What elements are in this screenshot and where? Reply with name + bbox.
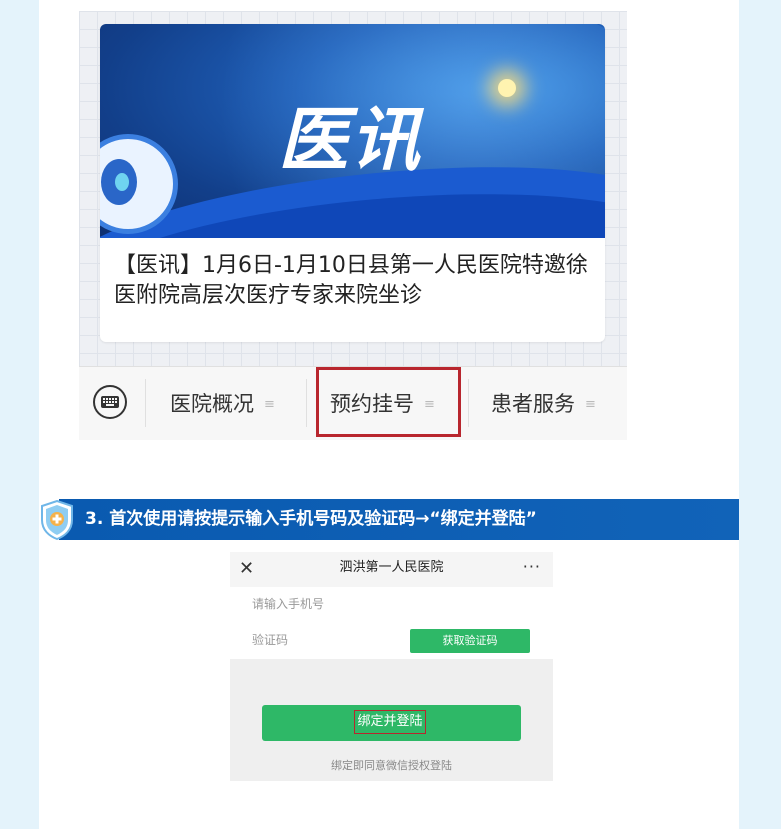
- code-field[interactable]: 验证码 获取验证码: [230, 623, 553, 659]
- step-text: 3. 首次使用请按提示输入手机号码及验证码→“绑定并登陆”: [85, 509, 537, 529]
- phone-field[interactable]: 请输入手机号: [230, 587, 553, 624]
- light-flare: [498, 79, 516, 97]
- wechat-screenshot-login: 泗洪第一人民医院 ✕ ··· 请输入手机号 验证码 获取验证码 绑定并登陆 绑定…: [230, 552, 553, 781]
- menu-icon: ≡: [585, 397, 596, 412]
- keyboard-toggle-icon[interactable]: [93, 385, 127, 419]
- tab-hospital-overview[interactable]: 医院概况 ≡: [170, 387, 275, 421]
- medical-shield-icon: [41, 500, 73, 540]
- agreement-text: 绑定即同意微信授权登陆: [331, 759, 452, 772]
- code-label: 验证码: [252, 633, 289, 647]
- bind-login-button[interactable]: 绑定并登陆: [262, 705, 521, 741]
- close-icon[interactable]: ✕: [239, 557, 254, 581]
- nav-bar: 泗洪第一人民医院 ✕ ···: [230, 552, 553, 588]
- bottom-menu-bar: 医院概况 ≡ 预约挂号 ≡ 患者服务 ≡: [79, 366, 627, 440]
- news-card[interactable]: 医讯 【医讯】1月6日-1月10日县第一人民医院特邀徐医附院高层次医疗专家来院坐…: [100, 24, 605, 342]
- nav-title: 泗洪第一人民医院: [339, 560, 444, 575]
- get-code-button[interactable]: 获取验证码: [410, 629, 530, 653]
- step-header: 3. 首次使用请按提示输入手机号码及验证码→“绑定并登陆”: [59, 499, 739, 540]
- wechat-screenshot-menu: 医讯 【医讯】1月6日-1月10日县第一人民医院特邀徐医附院高层次医疗专家来院坐…: [79, 11, 627, 440]
- news-banner: 医讯: [100, 24, 605, 238]
- banner-logo: 医讯: [278, 99, 422, 181]
- bind-login-label: 绑定并登陆: [354, 710, 426, 734]
- phone-placeholder: 请输入手机号: [252, 597, 325, 611]
- menu-icon: ≡: [264, 397, 275, 412]
- tab-patient-service[interactable]: 患者服务 ≡: [491, 387, 596, 421]
- news-title[interactable]: 【医讯】1月6日-1月10日县第一人民医院特邀徐医附院高层次医疗专家来院坐诊: [114, 251, 594, 311]
- highlight-box: [316, 367, 461, 437]
- more-icon[interactable]: ···: [523, 554, 541, 580]
